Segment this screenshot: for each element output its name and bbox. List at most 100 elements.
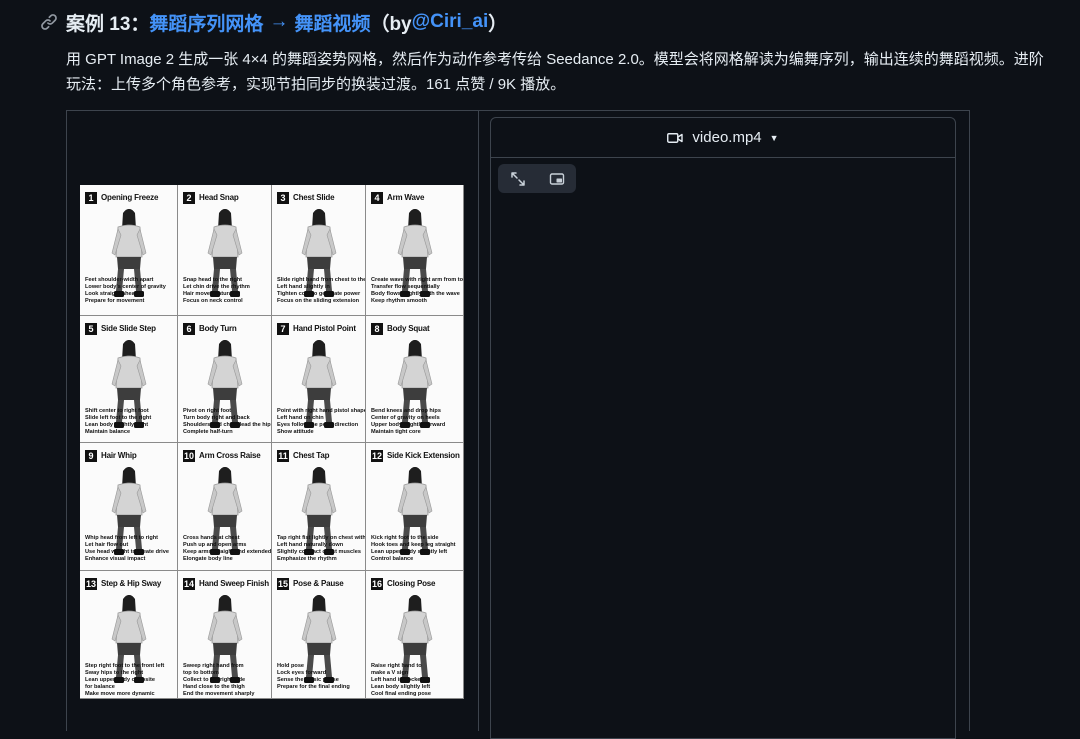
pose-note-line: Eyes follow the point direction [277,422,359,428]
pose-number: 16 [371,578,383,590]
pose-cell: 10 Arm Cross Raise Cross hands at chest Pu… [178,443,272,571]
pose-note-line: Maintain tight core [371,429,421,435]
pose-number: 1 [85,192,97,204]
pose-notes: Kick right foot to the side Hook toes and… [371,535,456,563]
pose-note-line: Lean body slightly right [85,422,149,428]
section-heading: 案例 13： 舞蹈序列网格 → 舞蹈视频 （by @Ciri_ai ） [40,8,507,36]
dance-pose-grid-image: 1 Opening Freeze Feet shoulder-width apar… [80,185,464,699]
pose-notes: Snap head to the right Let chin drive the… [183,277,250,305]
pose-note-line: Prepare for movement [85,298,145,304]
pose-note-line: Emphasize the rhythm [277,556,337,562]
pose-note-line: Keep rhythm smooth [371,298,427,304]
pose-note-line: Raise right hand to [371,663,422,669]
pose-cell: 14 Hand Sweep Finish Sweep right hand fro… [178,571,272,699]
pose-cell: 9 Hair Whip Whip head from left to right L… [80,443,178,571]
pose-notes: Create wave with right arm from top to b… [371,277,464,305]
pose-note-line: Create wave with right arm from top to b… [371,277,464,283]
video-camera-icon [667,132,684,143]
expand-icon[interactable] [510,171,526,187]
pose-cell: 3 Chest Slide Slide right hand from chest… [272,185,366,316]
pose-note-line: Prepare for the final ending [277,684,350,690]
pose-note-line: for balance [85,684,115,690]
pose-note-line: Look straight ahead [85,291,139,297]
pose-note-line: Transfer flow sequentially [371,284,440,290]
pose-note-line: Shoulders and chest lead the hip movemen… [183,422,271,428]
pose-note-line: Lean upper body opposite [85,677,155,683]
pose-notes: Shift center to right foot Slide left foo… [85,408,151,436]
pose-notes: Sweep right hand from top to bottom Collec… [183,663,255,698]
pose-number: 4 [371,192,383,204]
pose-note-line: Feet shoulder-width apart [85,277,154,283]
pose-note-line: make a V sign [371,670,409,676]
pose-number: 10 [183,450,195,462]
pose-note-line: Point with right hand pistol shape forwa… [277,408,366,414]
pose-number: 14 [183,578,195,590]
pose-notes: Slide right hand from chest to the leftL… [277,277,365,305]
pose-cell: 1 Opening Freeze Feet shoulder-width apar… [80,185,178,316]
pose-note-line: Body flows slightly with the wave [371,291,460,297]
pose-number: 3 [277,192,289,204]
pose-note-line: Left hand naturally down [277,542,344,548]
pose-note-line: Control balance [371,556,414,562]
picture-in-picture-icon[interactable] [549,171,565,187]
video-player[interactable]: video.mp4 ▼ [490,117,956,739]
pose-note-line: Show attitude [277,429,314,435]
pose-cell: 16 Closing Pose Raise right hand to make a… [366,571,464,699]
caret-down-icon[interactable]: ▼ [770,133,779,143]
pose-note-line: Let chin drive the rhythm [183,284,250,290]
video-file-bar[interactable]: video.mp4 ▼ [491,118,955,158]
pose-note-line: Left hand slightly in [277,284,330,290]
pose-number: 5 [85,323,97,335]
table-divider [478,111,479,731]
pose-note-line: Elongate body line [183,556,233,562]
pose-notes: Cross hands at chest Push up and open arm… [183,535,271,563]
pose-note-line: Focus on neck control [183,298,243,304]
pose-note-line: Lean body slightly left [371,684,431,690]
pose-note-line: Step right foot to the front left [85,663,165,669]
dance-grid-link[interactable]: 舞蹈序列网格 [149,9,263,36]
pose-number: 2 [183,192,195,204]
pose-note-line: Tighten core to generate power [277,291,361,297]
pose-note-line: Hold pose [277,663,305,669]
pose-note-line: Pivot on right foot [183,408,232,414]
pose-note-line: Sweep right hand from [183,663,244,669]
pose-number: 7 [277,323,289,335]
pose-note-line: Make move more dynamic [85,691,155,697]
pose-note-line: Center of gravity on heels [371,415,440,421]
pose-note-line: Maintain balance [85,429,131,435]
heading-by-open: （by [370,13,412,35]
pose-note-line: Focus on the sliding extension [277,298,360,304]
dance-video-link[interactable]: 舞蹈视频 [294,9,370,36]
pose-note-line: Sense the music pause [277,677,339,683]
pose-note-line: Cross hands at chest [183,535,240,541]
pose-note-line: End the movement sharply [183,691,255,697]
pose-note-line: Sway hips to the right [85,670,144,676]
pose-cell: 4 Arm Wave Create wave with right arm fro… [366,185,464,316]
pose-notes: Step right foot to the front left Sway hi… [85,663,164,698]
pose-cell: 5 Side Slide Step Shift center to right f… [80,316,178,443]
pose-note-line: Snap head to the right [183,277,243,283]
pose-notes: Whip head from left to right Let hair flo… [85,535,169,563]
pose-note-line: Push up and open arms [183,542,247,548]
pose-note-line: Hair moves naturally [183,291,239,297]
pose-number: 9 [85,450,97,462]
pose-note-line: Kick right foot to the side [371,535,439,541]
pose-cell: 13 Step & Hip Sway Step right foot to the… [80,571,178,699]
pose-number: 12 [371,450,383,462]
heading-prefix: 案例 13： [66,13,150,35]
pose-note-line: Whip head from left to right [85,535,159,541]
pose-notes: Pivot on right foot Turn body right and b… [183,408,271,436]
pose-note-line: top to bottom [183,670,220,676]
pose-note-line: Hand close to the thigh [183,684,245,690]
video-filename: video.mp4 [692,129,762,146]
pose-note-line: Turn body right and back [183,415,250,421]
pose-note-line: Keep arms straight and extended [183,549,272,555]
case-description: 用 GPT Image 2 生成一张 4×4 的舞蹈姿势网格，然后作为动作参考传… [66,51,1044,93]
author-link[interactable]: @Ciri_ai [412,11,489,33]
pose-cell: 12 Side Kick Extension Kick right foot to… [366,443,464,571]
pose-note-line: Slide left foot to the right [85,415,152,421]
pose-note-line: Shift center to right foot [85,408,149,414]
pose-note-line: Lower body's center of gravity [85,284,166,290]
pose-note-line: Enhance visual impact [85,556,146,562]
link-icon[interactable] [40,13,58,31]
